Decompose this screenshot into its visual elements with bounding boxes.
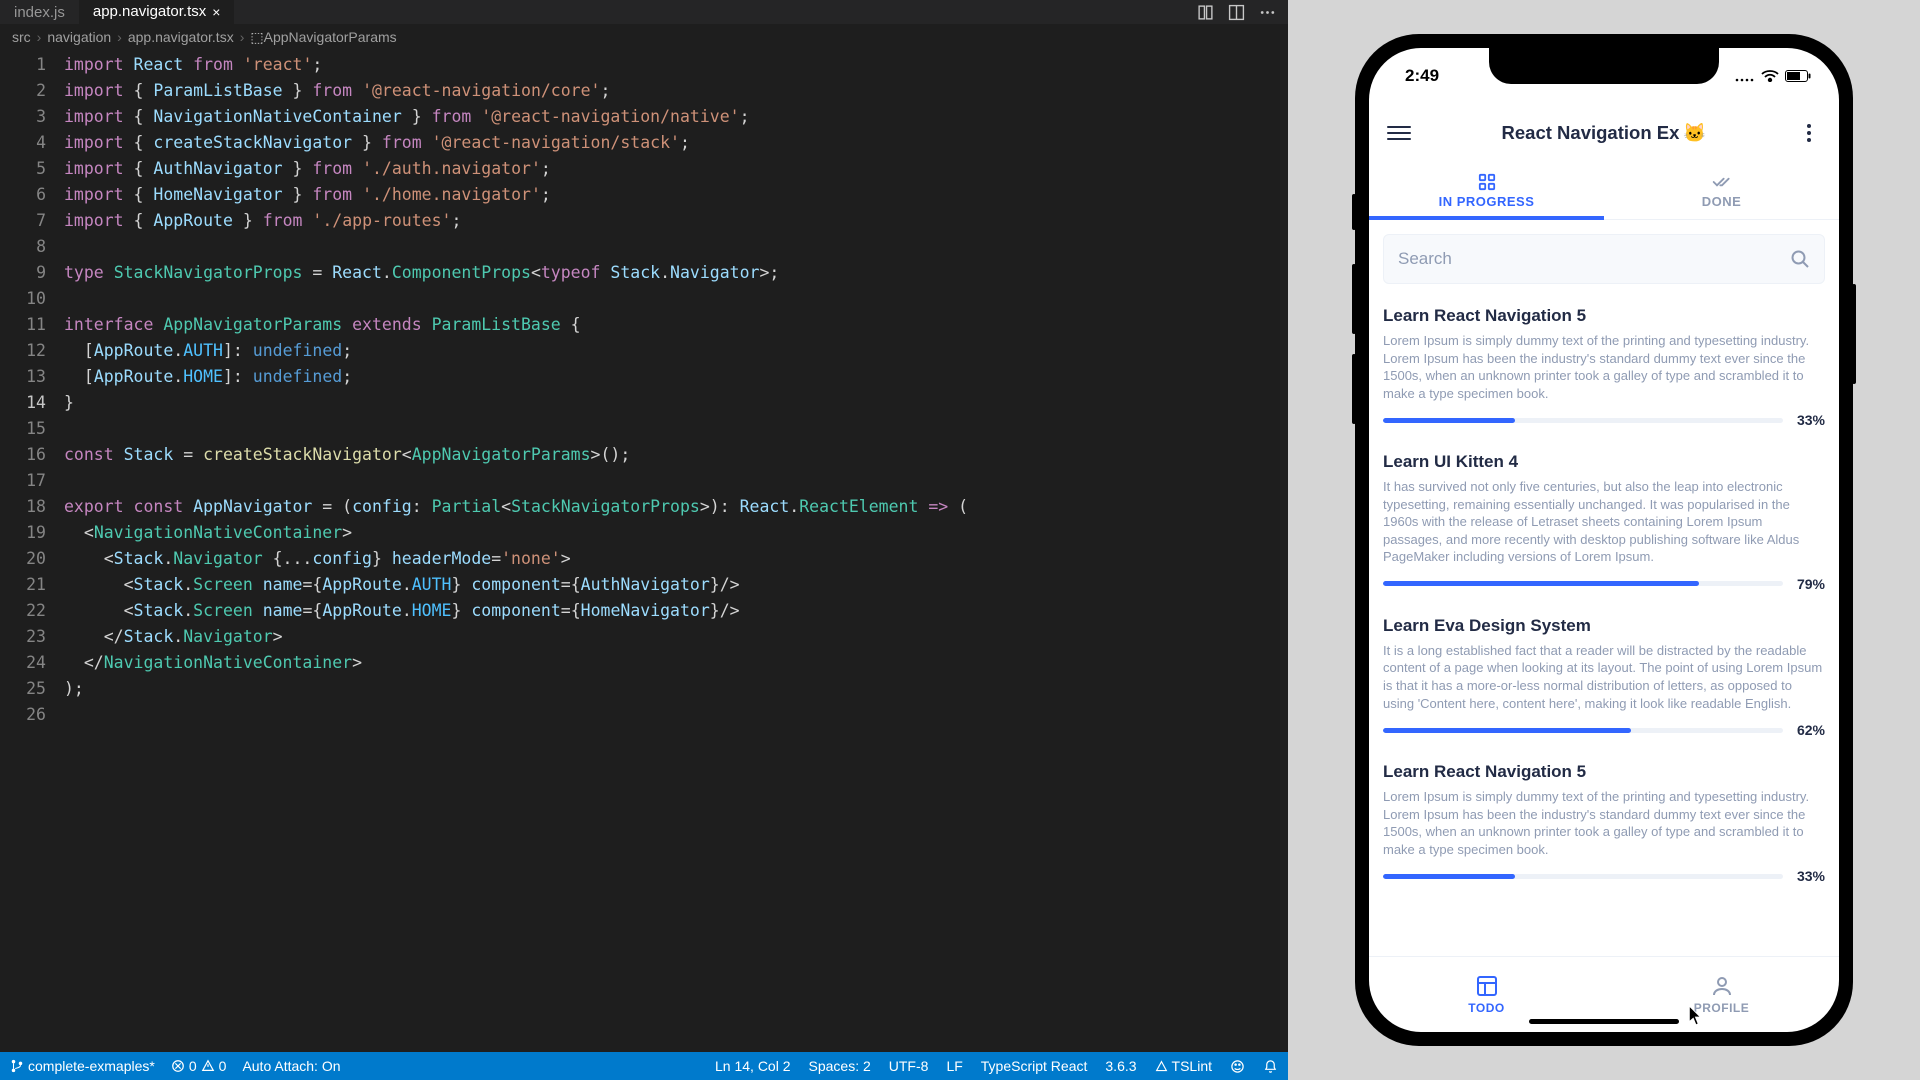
home-indicator[interactable]: [1529, 1019, 1679, 1024]
progress-pct: 79%: [1797, 576, 1825, 592]
progress-bar: [1383, 728, 1783, 733]
code-area[interactable]: 1234567891011121314151617181920212223242…: [0, 50, 1288, 1052]
person-icon: [1711, 975, 1733, 997]
list-item[interactable]: Learn React Navigation 5 Lorem Ipsum is s…: [1383, 748, 1825, 894]
sb-encoding[interactable]: UTF-8: [889, 1058, 929, 1074]
sb-auto-attach[interactable]: Auto Attach: On: [242, 1058, 340, 1074]
device-time: 2:49: [1405, 66, 1439, 86]
sb-language[interactable]: TypeScript React: [981, 1058, 1088, 1074]
sb-branch[interactable]: complete-exmaples*: [10, 1058, 155, 1074]
search-placeholder: Search: [1398, 249, 1790, 269]
list-item[interactable]: Learn React Navigation 5 Lorem Ipsum is s…: [1383, 292, 1825, 438]
tab-index-js[interactable]: index.js: [0, 0, 79, 24]
sb-spaces[interactable]: Spaces: 2: [809, 1058, 871, 1074]
tab-app-navigator[interactable]: app.navigator.tsx ×: [79, 0, 235, 24]
crumb[interactable]: app.navigator.tsx: [128, 29, 234, 45]
item-title: Learn Eva Design System: [1383, 616, 1825, 636]
progress-bar: [1383, 418, 1783, 423]
app-header: React Navigation Ex🐱: [1369, 104, 1839, 162]
bell-icon[interactable]: [1263, 1059, 1278, 1074]
progress-pct: 33%: [1797, 868, 1825, 884]
close-icon[interactable]: ×: [212, 4, 220, 20]
progress-bar: [1383, 581, 1783, 586]
list-item[interactable]: Learn Eva Design System It is a long esta…: [1383, 602, 1825, 748]
simulator-panel: 2:49 React Navigation Ex🐱 IN PROGRESS: [1288, 0, 1920, 1080]
crumb[interactable]: navigation: [47, 29, 111, 45]
item-title: Learn React Navigation 5: [1383, 306, 1825, 326]
crumb[interactable]: src: [12, 29, 31, 45]
crumb[interactable]: AppNavigatorParams: [264, 29, 397, 45]
progress-bar: [1383, 874, 1783, 879]
grid-icon: [1477, 173, 1497, 191]
tab-done[interactable]: DONE: [1604, 162, 1839, 219]
item-desc: Lorem Ipsum is simply dummy text of the …: [1383, 332, 1825, 402]
signal-icon: [1735, 70, 1755, 82]
wifi-icon: [1761, 70, 1779, 82]
sb-problems[interactable]: 0 0: [171, 1058, 227, 1074]
sb-eol[interactable]: LF: [946, 1058, 962, 1074]
split-icon[interactable]: [1228, 4, 1245, 21]
code-content[interactable]: import React from 'react';import { Param…: [64, 50, 1276, 1052]
app-title: React Navigation Ex🐱: [1421, 122, 1787, 144]
sb-cursor[interactable]: Ln 14, Col 2: [715, 1058, 791, 1074]
more-icon[interactable]: [1259, 4, 1276, 21]
item-desc: Lorem Ipsum is simply dummy text of the …: [1383, 788, 1825, 858]
editor-actions: [1197, 4, 1288, 21]
item-title: Learn UI Kitten 4: [1383, 452, 1825, 472]
progress-pct: 33%: [1797, 412, 1825, 428]
item-desc: It has survived not only five centuries,…: [1383, 478, 1825, 566]
layout-icon: [1476, 975, 1498, 997]
battery-icon: [1785, 70, 1811, 82]
breadcrumbs[interactable]: src› navigation› app.navigator.tsx› ⬚ Ap…: [0, 24, 1288, 50]
more-vertical-icon[interactable]: [1797, 121, 1821, 145]
feedback-icon[interactable]: [1230, 1059, 1245, 1074]
status-bar: complete-exmaples* 0 0 Auto Attach: On L…: [0, 1052, 1288, 1080]
notch: [1489, 48, 1719, 84]
search-input[interactable]: Search: [1383, 234, 1825, 284]
item-title: Learn React Navigation 5: [1383, 762, 1825, 782]
done-all-icon: [1712, 173, 1732, 191]
item-desc: It is a long established fact that a rea…: [1383, 642, 1825, 712]
menu-icon[interactable]: [1387, 121, 1411, 145]
tab-in-progress[interactable]: IN PROGRESS: [1369, 162, 1604, 219]
sb-tslint[interactable]: TSLint: [1155, 1058, 1212, 1074]
todo-list[interactable]: Learn React Navigation 5 Lorem Ipsum is s…: [1369, 292, 1839, 956]
line-gutter: 1234567891011121314151617181920212223242…: [0, 50, 64, 1052]
compare-icon[interactable]: [1197, 4, 1214, 21]
tab-label: index.js: [14, 4, 65, 21]
sb-ts-version[interactable]: 3.6.3: [1105, 1058, 1136, 1074]
minimap[interactable]: [1276, 50, 1288, 1052]
tab-label: app.navigator.tsx: [93, 3, 206, 20]
list-item[interactable]: Learn UI Kitten 4 It has survived not onl…: [1383, 438, 1825, 602]
progress-pct: 62%: [1797, 722, 1825, 738]
top-tabs: IN PROGRESS DONE: [1369, 162, 1839, 220]
phone-frame: 2:49 React Navigation Ex🐱 IN PROGRESS: [1355, 34, 1853, 1046]
tab-bar: index.js app.navigator.tsx ×: [0, 0, 1288, 24]
mouse-cursor-icon: [1689, 1006, 1703, 1026]
code-editor: index.js app.navigator.tsx × src› naviga…: [0, 0, 1288, 1080]
search-icon: [1790, 249, 1810, 269]
